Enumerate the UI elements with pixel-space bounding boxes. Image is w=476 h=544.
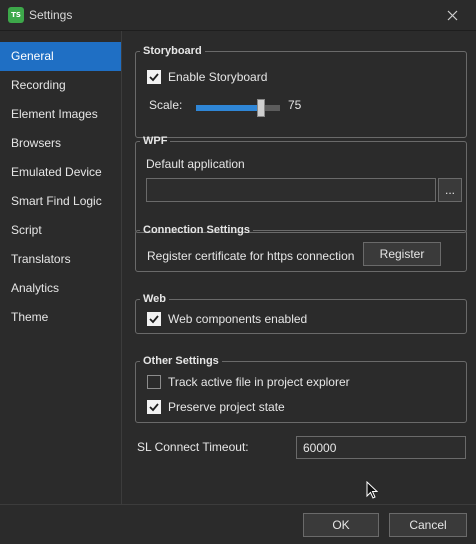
- connection-settings-legend: Connection Settings: [143, 224, 250, 236]
- scale-slider-fill: [196, 105, 259, 111]
- settings-content: Storyboard Enable Storyboard Scale: 75 W…: [123, 31, 476, 504]
- web-components-row: Web components enabled: [147, 312, 307, 326]
- sidebar-item-theme[interactable]: Theme: [0, 303, 121, 332]
- checkmark-icon: [149, 403, 159, 412]
- web-group: Web Web components enabled: [135, 293, 467, 334]
- close-icon: [447, 10, 457, 20]
- default-application-input[interactable]: [146, 178, 436, 202]
- wpf-legend: WPF: [143, 135, 168, 147]
- scale-slider[interactable]: [196, 99, 280, 117]
- preserve-project-state-row: Preserve project state: [147, 400, 285, 414]
- preserve-project-state-label: Preserve project state: [168, 400, 285, 414]
- browse-button[interactable]: ...: [438, 178, 462, 202]
- storyboard-legend: Storyboard: [143, 45, 202, 57]
- storyboard-group: Storyboard Enable Storyboard Scale: 75: [135, 45, 467, 138]
- app-logo-icon: TS: [8, 7, 24, 23]
- enable-storyboard-row: Enable Storyboard: [147, 70, 267, 84]
- default-application-label: Default application: [146, 157, 245, 171]
- wpf-group: WPF Default application ...: [135, 135, 467, 233]
- settings-sidebar: General Recording Element Images Browser…: [0, 31, 122, 504]
- sl-connect-timeout-label: SL Connect Timeout:: [137, 440, 249, 454]
- close-button[interactable]: [436, 4, 468, 26]
- preserve-project-state-checkbox[interactable]: [147, 400, 161, 414]
- sidebar-item-browsers[interactable]: Browsers: [0, 129, 121, 158]
- scale-slider-thumb[interactable]: [257, 99, 265, 117]
- other-settings-legend: Other Settings: [143, 355, 219, 367]
- sidebar-item-element-images[interactable]: Element Images: [0, 100, 121, 129]
- ok-button[interactable]: OK: [303, 513, 379, 537]
- web-legend: Web: [143, 293, 167, 305]
- sidebar-item-script[interactable]: Script: [0, 216, 121, 245]
- track-active-file-label: Track active file in project explorer: [168, 375, 350, 389]
- sidebar-item-translators[interactable]: Translators: [0, 245, 121, 274]
- sidebar-item-smart-find-logic[interactable]: Smart Find Logic: [0, 187, 121, 216]
- enable-storyboard-label: Enable Storyboard: [168, 70, 268, 84]
- checkmark-icon: [149, 315, 159, 324]
- other-settings-group: Other Settings Track active file in proj…: [135, 355, 467, 423]
- connection-settings-group: Connection Settings Register certificate…: [135, 224, 467, 272]
- web-components-label: Web components enabled: [168, 312, 308, 326]
- scale-label: Scale:: [149, 98, 183, 112]
- scale-value: 75: [288, 98, 302, 112]
- sidebar-item-analytics[interactable]: Analytics: [0, 274, 121, 303]
- sl-connect-timeout-input[interactable]: [296, 436, 466, 459]
- sidebar-item-recording[interactable]: Recording: [0, 71, 121, 100]
- enable-storyboard-checkbox[interactable]: [147, 70, 161, 84]
- cancel-button[interactable]: Cancel: [389, 513, 467, 537]
- sidebar-item-emulated-device[interactable]: Emulated Device: [0, 158, 121, 187]
- checkmark-icon: [149, 73, 159, 82]
- register-button[interactable]: Register: [363, 242, 441, 266]
- sidebar-item-general[interactable]: General: [0, 42, 121, 71]
- web-components-checkbox[interactable]: [147, 312, 161, 326]
- register-certificate-label: Register certificate for https connectio…: [147, 249, 355, 263]
- window-title: Settings: [29, 8, 73, 22]
- track-active-file-row: Track active file in project explorer: [147, 375, 350, 389]
- dialog-footer: OK Cancel: [0, 504, 476, 544]
- mouse-cursor-icon: [366, 481, 378, 499]
- track-active-file-checkbox[interactable]: [147, 375, 161, 389]
- scale-row: Scale: 75: [149, 97, 349, 117]
- title-bar: TS Settings: [0, 0, 476, 31]
